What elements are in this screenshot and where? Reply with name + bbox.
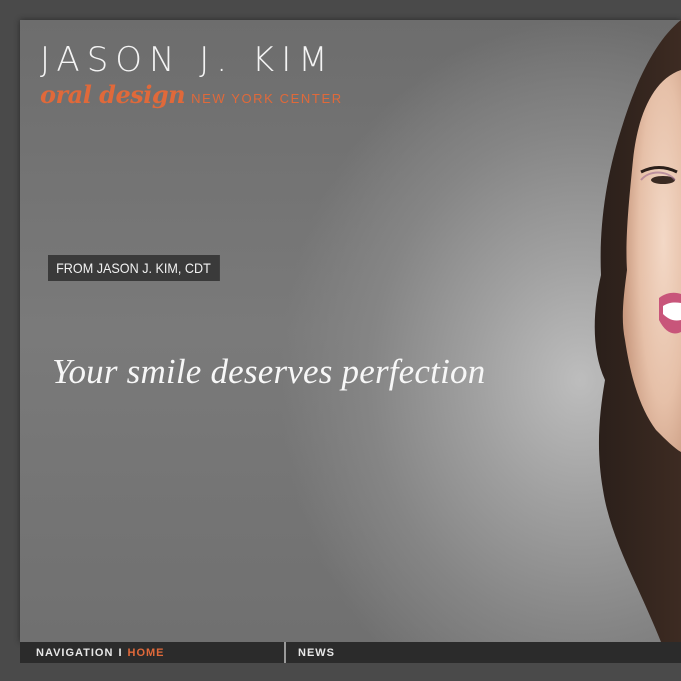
nav-link-home[interactable]: HOME <box>128 647 165 659</box>
nav-link-news[interactable]: NEWS <box>286 647 335 659</box>
hero-tagline: Your smile deserves perfection <box>52 352 486 391</box>
brand-subtitle: oral design NEW YORK CENTER <box>40 82 343 108</box>
brand-center-label: NEW YORK CENTER <box>191 91 343 106</box>
brand-logo[interactable]: JASON J. KIM oral design NEW YORK CENTER <box>40 40 343 108</box>
navigation-section: NAVIGATION I HOME <box>20 642 286 663</box>
author-badge: FROM JASON J. KIM, CDT <box>48 255 220 281</box>
navigation-label: NAVIGATION <box>36 646 114 659</box>
brand-script-wordmark: oral design <box>40 80 186 109</box>
navigation-separator: I <box>118 646 123 659</box>
hero-banner: JASON J. KIM oral design NEW YORK CENTER… <box>20 20 681 642</box>
smiling-woman-photo <box>594 20 681 642</box>
bottom-navigation-bar: NAVIGATION I HOME NEWS <box>20 642 681 663</box>
brand-name: JASON J. KIM <box>40 40 335 80</box>
page: JASON J. KIM oral design NEW YORK CENTER… <box>0 0 681 681</box>
